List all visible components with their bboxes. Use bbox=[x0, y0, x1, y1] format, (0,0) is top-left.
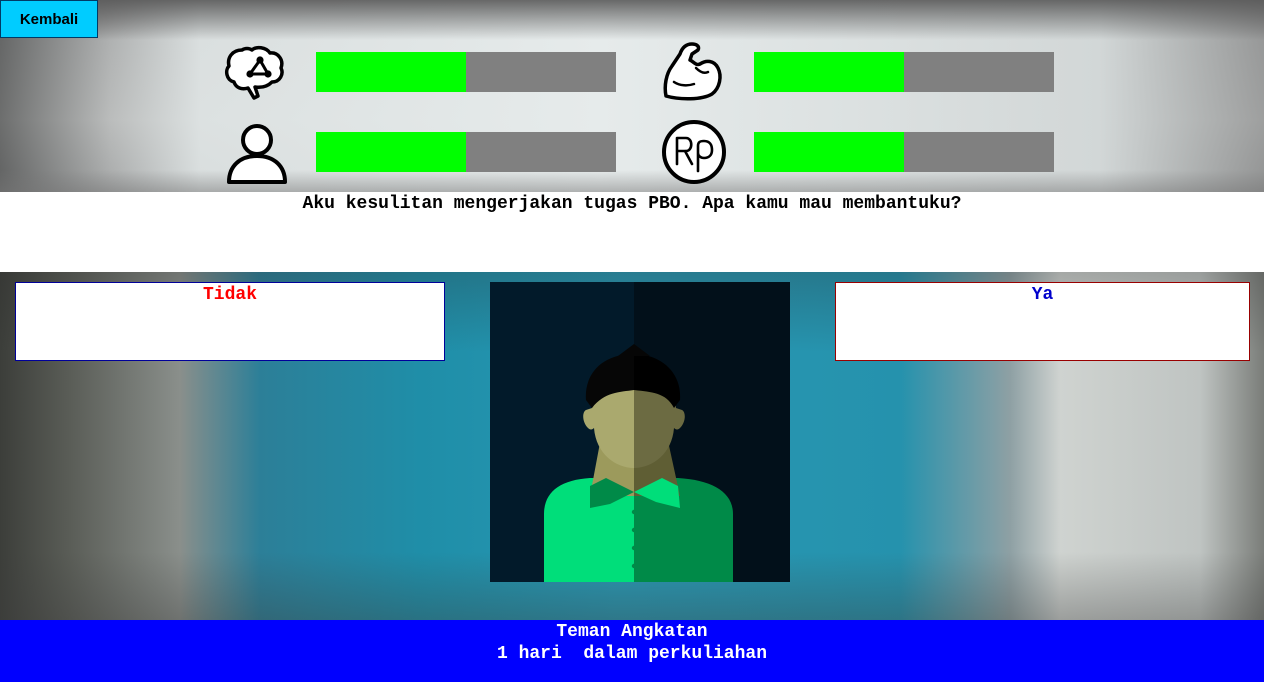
character-name: Teman Angkatan bbox=[556, 622, 708, 642]
choice-yes-label: Ya bbox=[1031, 285, 1054, 305]
person-icon bbox=[224, 120, 290, 186]
stat-bar-fill bbox=[316, 132, 466, 172]
stat-bar-fill bbox=[316, 52, 466, 92]
stat-bar-strength bbox=[754, 52, 1054, 92]
dialog-box: Aku kesulitan mengerjakan tugas PBO. Apa… bbox=[0, 192, 1264, 272]
choice-no-button[interactable]: Tidak bbox=[15, 282, 445, 361]
stat-bar-money bbox=[754, 132, 1054, 172]
choice-yes-button[interactable]: Ya bbox=[835, 282, 1250, 361]
muscle-arm-icon bbox=[660, 38, 726, 104]
time-status: 1 hari dalam perkuliahan bbox=[496, 644, 768, 664]
status-footer: Teman Angkatan 1 hari dalam perkuliahan bbox=[0, 620, 1264, 682]
rupiah-coin-icon bbox=[661, 119, 727, 185]
character-portrait bbox=[490, 282, 790, 582]
stat-bar-fill bbox=[754, 52, 904, 92]
back-button[interactable]: Kembali bbox=[0, 0, 98, 38]
stat-bar-brain bbox=[316, 52, 616, 92]
stat-bar-social bbox=[316, 132, 616, 172]
choice-no-label: Tidak bbox=[202, 285, 257, 305]
stat-bar-fill bbox=[754, 132, 904, 172]
brain-icon bbox=[222, 40, 288, 106]
background-top bbox=[0, 0, 1264, 192]
dialog-question: Aku kesulitan mengerjakan tugas PBO. Apa… bbox=[302, 194, 962, 214]
